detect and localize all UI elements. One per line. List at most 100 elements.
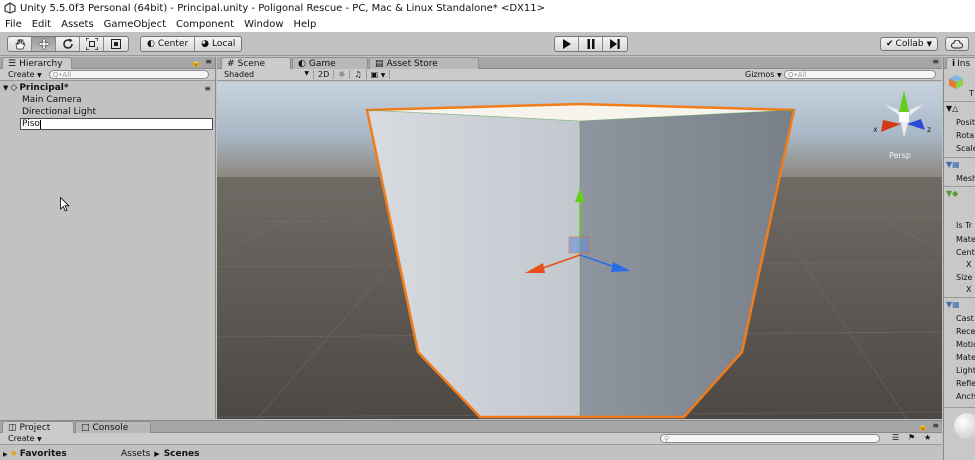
menu-bar: File Edit Assets GameObject Component Wi… [0,16,975,32]
lock-icon[interactable]: 🔒 [191,58,201,67]
hierarchy-tabstrip: ☰ Hierarchy 🔒 ≡ [0,57,215,69]
unity-logo-icon [4,2,16,14]
collider-center-label: Cent [956,247,975,257]
create-dropdown[interactable]: Create ▼ [4,70,46,79]
rename-input[interactable]: Piso [20,118,213,130]
project-create-dropdown[interactable]: Create ▼ [4,434,46,443]
tab-inspector[interactable]: i Ins [946,57,975,69]
panel-menu-icon[interactable]: ≡ [205,57,212,66]
inspector-panel: i Ins T ▼△ Posit Rota Scale ▼▦ Mesh ▼◆ I… [943,57,975,460]
hierarchy-tree: ▼ ◇ Principal* ≡ Main Camera Directional… [0,82,215,419]
transform-rotation-label: Rota [956,130,975,140]
scene-name: Principal* [19,83,69,93]
gizmos-dropdown[interactable]: Gizmos ▼ [741,70,786,79]
move-tool-icon [37,38,50,50]
mouse-cursor-icon [60,197,70,212]
effects-dropdown[interactable]: ▣ ▼ [367,70,391,79]
menu-help[interactable]: Help [294,19,317,30]
move-tool-button[interactable] [32,37,56,51]
shading-mode-dropdown[interactable]: Shaded ▼ [220,70,314,79]
divider [944,101,975,102]
chevron-down-icon: ▼ [926,40,932,48]
persp-label[interactable]: Persp [889,151,911,160]
renderer-materials-label[interactable]: Mate [956,351,975,363]
folder-icon: ◫ [8,422,17,433]
menu-gameobject[interactable]: GameObject [104,19,166,30]
chevron-down-icon: ▼ [37,436,42,443]
pivot-local-button[interactable]: ◕ Local [195,37,241,51]
tab-console[interactable]: □ Console [75,421,151,433]
project-tabstrip: ◫ Project □ Console 🔒 ≡ [0,421,942,433]
menu-edit[interactable]: Edit [32,19,51,30]
tab-hierarchy[interactable]: ☰ Hierarchy [2,57,72,69]
scene-search-input[interactable]: Q•All [784,70,936,79]
main-toolbar: ◐ Center ◕ Local ✔ Collab ▼ [0,32,975,56]
tab-game[interactable]: ◐ Game [292,57,368,69]
scene-viewport[interactable]: x z Persp [217,82,942,419]
breadcrumb-scenes[interactable]: Scenes [164,449,200,459]
collider-material-label: Mate [956,234,975,244]
favorite-star-icon[interactable]: ★ [924,433,931,442]
tab-asset-store[interactable]: ▤ Asset Store [369,57,479,69]
panel-menu-icon[interactable]: ≡ [932,421,939,430]
scene-root-row[interactable]: ▼ ◇ Principal* ≡ [0,82,215,94]
cube-object-icon [948,74,964,90]
mesh-renderer-icon[interactable]: ▼▦ [946,300,960,309]
menu-file[interactable]: File [5,19,22,30]
chevron-down-icon[interactable]: ▼ [3,84,8,92]
gizmo-plane-handle[interactable] [568,236,590,254]
step-button[interactable] [603,37,627,51]
menu-assets[interactable]: Assets [61,19,94,30]
text-cursor [39,119,41,129]
hierarchy-item-directional-light[interactable]: Directional Light [0,106,215,118]
pause-icon [587,39,594,49]
filter-by-label-icon[interactable]: ⚑ [908,433,915,442]
inspector-tag-label: T [969,89,974,98]
breadcrumb-assets[interactable]: Assets [121,449,150,459]
orientation-z-label: z [927,125,931,134]
pause-button[interactable] [579,37,603,51]
hierarchy-item-main-camera[interactable]: Main Camera [0,94,215,106]
pivot-center-button[interactable]: ◐ Center [141,37,196,51]
panel-menu-icon[interactable]: ≡ [932,57,939,66]
orientation-center[interactable] [899,112,909,122]
hierarchy-search-input[interactable]: Q•All [48,70,209,79]
image-icon: ▣ [370,70,379,79]
menu-component[interactable]: Component [176,19,234,30]
hand-tool-button[interactable] [8,37,32,51]
scene-menu-icon[interactable]: ≡ [204,84,211,93]
collab-button[interactable]: ✔ Collab ▼ [880,37,938,51]
mesh-filter-icon[interactable]: ▼▦ [946,160,960,169]
scene-canvas[interactable]: x z Persp [217,82,942,419]
inspector-tabstrip: i Ins [944,57,975,69]
scene-grid-icon: # [227,58,235,69]
box-collider-icon[interactable]: ▼◆ [946,189,958,198]
rect-tool-icon [111,39,121,49]
sun-icon: ☼ [338,70,346,79]
rotate-tool-button[interactable] [56,37,80,51]
project-panel: ◫ Project □ Console 🔒 ≡ Create ▼ ⚲ ☰ ⚑ ★… [0,420,942,460]
favorites-row[interactable]: ▶ ★ Favorites [0,447,115,460]
collider-size-label: Size [956,272,973,282]
tab-project[interactable]: ◫ Project [2,421,74,433]
scene-toolbar: Shaded ▼ 2D ☼ ♫ ▣ ▼ Gizmos ▼ Q•All [217,69,942,81]
divider [944,186,975,187]
tab-scene[interactable]: # Scene [221,57,291,69]
pacman-icon: ◐ [298,58,306,69]
breadcrumb-separator-icon: ▶ [154,450,160,458]
lock-icon[interactable]: 🔒 [918,422,928,431]
project-search-input[interactable]: ⚲ [660,434,880,443]
store-icon: ▤ [375,58,384,69]
scale-tool-button[interactable] [80,37,104,51]
rect-tool-button[interactable] [104,37,128,51]
transform-icon[interactable]: ▼△ [946,104,958,113]
mesh-filter-label: Mesh [956,173,975,183]
cloud-button[interactable] [945,37,969,51]
play-button[interactable] [555,37,579,51]
filter-by-type-icon[interactable]: ☰ [892,433,899,442]
toggle-2d-button[interactable]: 2D [314,70,335,79]
audio-toggle[interactable]: ♫ [350,70,367,79]
lighting-toggle[interactable]: ☼ [334,70,351,79]
console-icon: □ [81,422,90,433]
menu-window[interactable]: Window [244,19,283,30]
